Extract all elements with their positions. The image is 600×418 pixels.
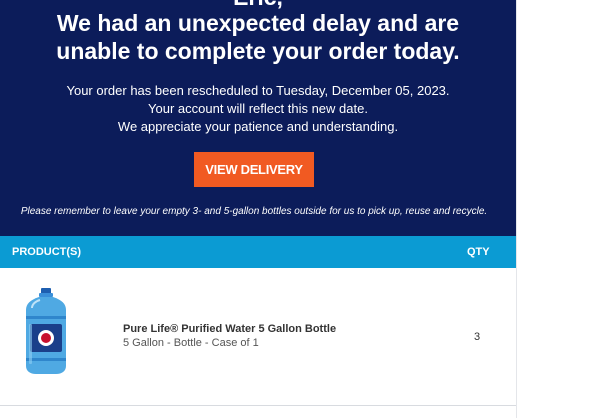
product-qty: 3	[474, 331, 481, 343]
view-delivery-button[interactable]: VIEW DELIVERY	[194, 152, 314, 187]
bottle-return-note: Please remember to leave your empty 3- a…	[20, 206, 488, 217]
column-header-products: PRODUCT(S)	[12, 246, 82, 258]
reschedule-message: Your order has been rescheduled to Tuesd…	[0, 82, 516, 136]
email-body: Eric, We had an unexpected delay and are…	[0, 0, 516, 418]
product-name: Pure Life® Purified Water 5 Gallon Bottl…	[123, 323, 337, 335]
apology-text: We appreciate your patience and understa…	[117, 119, 399, 134]
headline-line-1: We had an unexpected delay and are	[56, 10, 460, 36]
column-header-qty: QTY	[467, 246, 490, 258]
email-edge-border	[516, 0, 517, 418]
delay-banner: Eric, We had an unexpected delay and are…	[0, 0, 516, 236]
headline-line-2: unable to complete your order today.	[56, 38, 460, 64]
row-divider	[0, 405, 516, 406]
reschedule-date-text: Your order has been rescheduled to Tuesd…	[66, 83, 450, 98]
table-row: Pure Life® Purified Water 5 Gallon Bottl…	[0, 268, 516, 406]
water-bottle-icon	[26, 288, 66, 374]
product-description: 5 Gallon - Bottle - Case of 1	[123, 337, 259, 349]
headline: We had an unexpected delay and are unabl…	[0, 9, 516, 65]
account-update-text: Your account will reflect this new date.	[148, 101, 368, 116]
products-table-header: PRODUCT(S) QTY	[0, 236, 516, 268]
